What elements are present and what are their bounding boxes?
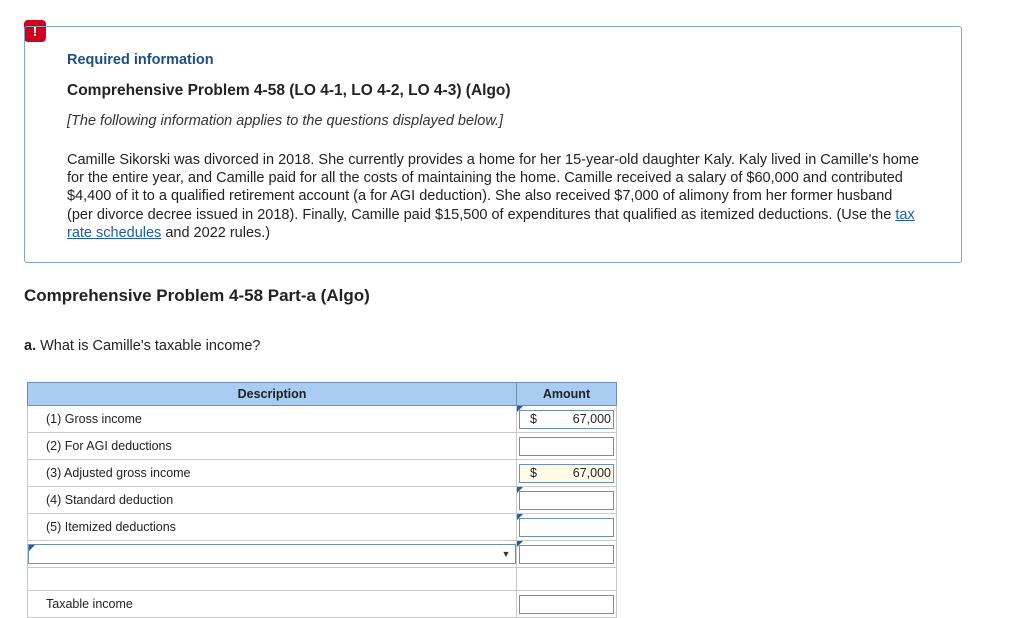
for-agi-deductions-input[interactable]	[519, 436, 614, 456]
row-label: (1) Gross income	[27, 405, 517, 433]
table-row: ▼	[27, 540, 617, 568]
table-row: (4) Standard deduction	[27, 486, 617, 514]
question: a. What is Camille's taxable income?	[24, 338, 261, 354]
table-row: (5) Itemized deductions	[27, 513, 617, 541]
table-row: Taxable income	[27, 590, 617, 618]
problem-title: Comprehensive Problem 4-58 (LO 4-1, LO 4…	[67, 82, 511, 99]
marker-icon	[29, 545, 35, 551]
part-title: Comprehensive Problem 4-58 Part-a (Algo)	[24, 286, 370, 305]
required-info-box: Required information Comprehensive Probl…	[24, 26, 962, 263]
row-label: Taxable income	[27, 590, 517, 618]
gross-income-input[interactable]: $ 67,000	[519, 409, 614, 429]
itemized-deductions-input[interactable]	[519, 517, 614, 537]
caret-down-icon[interactable]: ▼	[499, 546, 513, 562]
row-label: (4) Standard deduction	[27, 486, 517, 514]
row-label: (3) Adjusted gross income	[27, 459, 517, 487]
row-label: (5) Itemized deductions	[27, 513, 517, 541]
applies-note: [The following information applies to th…	[67, 113, 504, 129]
amount-header: Amount	[516, 382, 617, 406]
description-header: Description	[27, 382, 517, 406]
required-info-heading: Required information	[67, 52, 214, 68]
standard-deduction-input[interactable]	[519, 490, 614, 510]
agi-input[interactable]: $ 67,000	[519, 463, 614, 483]
deduction-amount-input[interactable]	[519, 544, 614, 564]
taxable-income-input[interactable]	[519, 594, 614, 614]
table-row: (2) For AGI deductions	[27, 432, 617, 460]
deduction-select[interactable]: ▼	[28, 544, 516, 564]
taxable-income-table: Description Amount (1) Gross income $ 67…	[27, 382, 617, 618]
table-row: (1) Gross income $ 67,000	[27, 405, 617, 433]
table-row: (3) Adjusted gross income $ 67,000	[27, 459, 617, 487]
problem-body: Camille Sikorski was divorced in 2018. S…	[67, 152, 919, 241]
row-label: (2) For AGI deductions	[27, 432, 517, 460]
